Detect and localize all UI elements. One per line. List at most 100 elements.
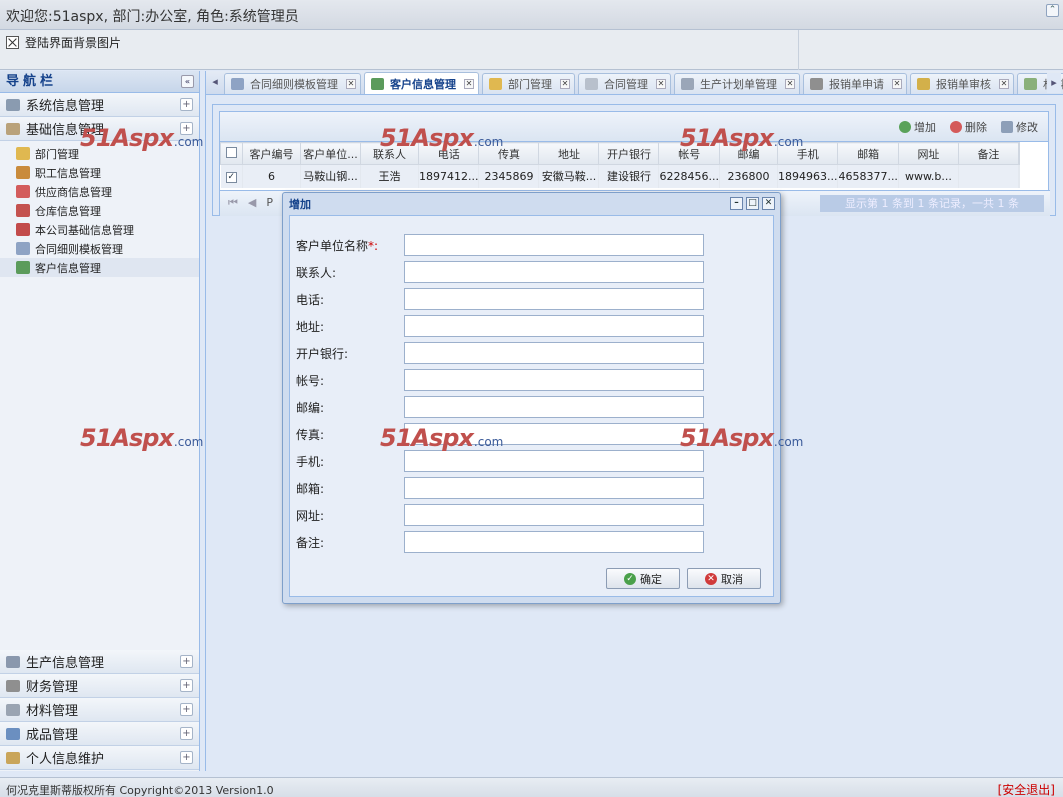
field-input[interactable]: [404, 261, 704, 283]
table-cell: 236800: [719, 164, 778, 188]
minimize-icon[interactable]: –: [730, 197, 743, 210]
pager-info: 显示第 1 条到 1 条记录，一共 1 条: [820, 195, 1044, 212]
tree-item[interactable]: 合同细则模板管理: [0, 239, 199, 258]
field-input[interactable]: [404, 342, 704, 364]
sidebar-section-bottom-2[interactable]: 材料管理 +: [0, 698, 199, 722]
sidebar-section-bottom-1[interactable]: 财务管理 +: [0, 674, 199, 698]
sidebar-section-bottom-0[interactable]: 生产信息管理 +: [0, 650, 199, 674]
flag-icon: [16, 223, 30, 236]
close-tab-icon[interactable]: ✕: [892, 79, 902, 89]
column-header[interactable]: 客户单位...: [300, 142, 361, 165]
tab-0[interactable]: 合同细则模板管理 ✕: [224, 73, 361, 94]
table-cell: 马鞍山钢...: [300, 164, 361, 188]
add-button[interactable]: 增加: [899, 119, 936, 135]
column-header[interactable]: 帐号: [658, 142, 720, 165]
field-input[interactable]: [404, 288, 704, 310]
edit-button[interactable]: 修改: [1001, 119, 1038, 135]
box-icon: [489, 78, 502, 90]
tab-1[interactable]: 客户信息管理 ✕: [364, 72, 479, 94]
column-header[interactable]: 电话: [417, 142, 480, 165]
tree-item[interactable]: 部门管理: [0, 144, 199, 163]
field-input[interactable]: [404, 234, 704, 256]
close-icon[interactable]: ✕: [762, 197, 775, 210]
field-input[interactable]: [404, 477, 704, 499]
sidebar-section-bottom-4[interactable]: 个人信息维护 +: [0, 746, 199, 770]
sidebar-section-bottom-label: 成品管理: [26, 728, 79, 743]
column-header[interactable]: 地址: [538, 142, 600, 165]
pager-nav: ⏮◀P: [228, 196, 273, 210]
field-input[interactable]: [404, 531, 704, 553]
tree-item[interactable]: 客户信息管理: [0, 258, 199, 277]
expand-icon[interactable]: +: [180, 751, 193, 764]
column-header[interactable]: 网址: [897, 142, 959, 165]
field-input[interactable]: [404, 369, 704, 391]
column-header[interactable]: 邮箱: [837, 142, 899, 165]
field-input[interactable]: [404, 450, 704, 472]
field-input[interactable]: [404, 396, 704, 418]
column-header[interactable]: 客户编号: [242, 142, 301, 165]
dialog-titlebar[interactable]: 增加 – □ ✕: [283, 193, 780, 215]
tree-item[interactable]: 供应商信息管理: [0, 182, 199, 201]
close-tab-icon[interactable]: ✕: [999, 79, 1009, 89]
form-row: 客户单位名称*:: [296, 234, 766, 256]
close-tab-icon[interactable]: ✕: [560, 79, 570, 89]
column-header[interactable]: 邮编: [718, 142, 778, 165]
tree-item-label: 合同细则模板管理: [35, 242, 123, 256]
maximize-icon[interactable]: □: [746, 197, 759, 210]
close-tab-icon[interactable]: ✕: [656, 79, 666, 89]
close-tab-icon[interactable]: ✕: [785, 79, 795, 89]
expand-icon[interactable]: +: [180, 727, 193, 740]
column-header[interactable]: 传真: [478, 142, 540, 165]
field-label: 电话:: [296, 291, 404, 308]
close-tab-icon[interactable]: ✕: [464, 78, 474, 89]
close-tab-icon[interactable]: ✕: [346, 79, 356, 89]
dialog-title: 增加: [289, 198, 311, 211]
sidebar-section-1[interactable]: 基础信息管理 +: [0, 117, 199, 141]
prev-page-icon[interactable]: ◀: [248, 196, 266, 209]
column-header[interactable]: 开户银行: [598, 142, 660, 165]
cancel-button[interactable]: ✕ 取消: [687, 568, 761, 589]
column-header[interactable]: 手机: [776, 142, 839, 165]
expand-icon[interactable]: +: [180, 98, 193, 111]
collapse-header-button[interactable]: ⌃: [1046, 4, 1059, 17]
sidebar-section-0[interactable]: 系统信息管理 +: [0, 93, 199, 117]
field-input[interactable]: [404, 423, 704, 445]
tree-item[interactable]: 本公司基础信息管理: [0, 220, 199, 239]
edit-icon: [1001, 120, 1013, 133]
tab-scroll-left-icon[interactable]: ◂: [206, 72, 224, 94]
field-input[interactable]: [404, 315, 704, 337]
logout-link[interactable]: [安全退出]: [998, 781, 1055, 797]
expand-icon[interactable]: +: [180, 679, 193, 692]
expand-icon[interactable]: +: [180, 703, 193, 716]
tab-list: 合同细则模板管理 ✕ 客户信息管理 ✕ 部门管理 ✕ 合同管理 ✕ 生产计划单管理 ✕ 报销单申请 ✕…: [224, 72, 1063, 94]
delete-button[interactable]: 删除: [950, 119, 987, 135]
field-input[interactable]: [404, 504, 704, 526]
column-header-filler: [1017, 142, 1020, 165]
table-row[interactable]: ✓ 6 马鞍山钢... 王浩 1897412... 2345869 安徽马鞍... 建设银行 6…: [220, 164, 1020, 188]
column-header[interactable]: 备注: [957, 142, 1019, 165]
sidebar-section-bottom-3[interactable]: 成品管理 +: [0, 722, 199, 746]
ok-button[interactable]: ✓ 确定: [606, 568, 680, 589]
table-cell: 6228456...: [658, 164, 720, 188]
row-select-cell: ✓: [220, 164, 243, 188]
tree-item[interactable]: 职工信息管理: [0, 163, 199, 182]
expand-icon[interactable]: +: [180, 122, 193, 135]
nav-title: 导航栏 «: [0, 71, 199, 93]
row-checkbox[interactable]: ✓: [225, 172, 237, 184]
broken-image-icon: [6, 36, 19, 49]
tab-3[interactable]: 合同管理 ✕: [578, 73, 671, 94]
tab-2[interactable]: 部门管理 ✕: [482, 73, 575, 94]
pen-icon: [6, 727, 20, 740]
expand-icon[interactable]: +: [180, 655, 193, 668]
select-all-checkbox[interactable]: [226, 146, 237, 158]
tab-scroll-right-icon[interactable]: ▸: [1047, 73, 1061, 93]
banner-image: 登陆界面背景图片: [6, 34, 121, 51]
column-header[interactable]: 联系人: [360, 142, 419, 165]
tab-label: 客户信息管理: [390, 77, 456, 91]
tab-5[interactable]: 报销单申请 ✕: [803, 73, 907, 94]
collapse-sidebar-icon[interactable]: «: [181, 75, 194, 88]
tab-6[interactable]: 报销单审核 ✕: [910, 73, 1014, 94]
first-page-icon[interactable]: ⏮: [228, 196, 248, 209]
tree-item[interactable]: 仓库信息管理: [0, 201, 199, 220]
tab-4[interactable]: 生产计划单管理 ✕: [674, 73, 800, 94]
